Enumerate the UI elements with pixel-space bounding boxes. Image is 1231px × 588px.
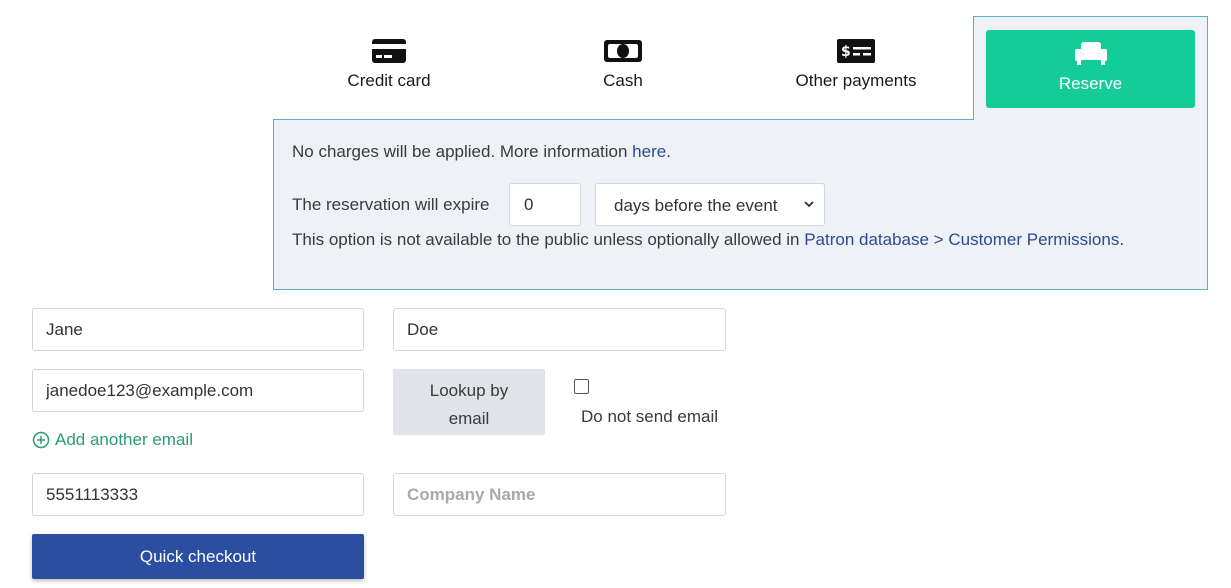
- add-another-email-link[interactable]: Add another email: [32, 430, 193, 450]
- expire-unit-value: days before the event: [614, 196, 778, 215]
- reserve-info-period: .: [666, 142, 671, 161]
- company-name-field[interactable]: [393, 473, 726, 516]
- tab-other-payments-label: Other payments: [795, 71, 917, 90]
- panel-tab-joint: [974, 118, 1207, 121]
- lookup-label-line-2: email: [448, 408, 490, 428]
- tab-reserve[interactable]: Reserve: [986, 30, 1195, 108]
- more-info-link[interactable]: here: [632, 142, 666, 161]
- email-field[interactable]: [32, 369, 364, 412]
- tab-reserve-label: Reserve: [1058, 74, 1123, 93]
- credit-card-icon: [372, 39, 406, 63]
- customer-permissions-link[interactable]: Patron database > Customer Permissions: [804, 230, 1119, 249]
- expire-unit-select[interactable]: days before the event: [595, 183, 825, 226]
- first-name-field[interactable]: [32, 308, 364, 351]
- tab-credit-card-label: Credit card: [347, 71, 431, 90]
- quick-checkout-button[interactable]: Quick checkout: [32, 534, 364, 579]
- reserve-info-message: No charges will be applied. More informa…: [292, 142, 633, 161]
- check-icon: $: [837, 39, 875, 63]
- phone-field[interactable]: [32, 473, 364, 516]
- permissions-note-period: .: [1119, 230, 1125, 249]
- permissions-note: This option is not available to the publ…: [292, 230, 1124, 250]
- do-not-send-email-label: Do not send email: [581, 407, 719, 426]
- expire-label: The reservation will expire: [292, 195, 490, 214]
- tab-cash-label: Cash: [603, 71, 643, 90]
- cash-icon: [604, 40, 642, 62]
- tab-cash[interactable]: Cash: [523, 30, 723, 108]
- permissions-note-text: This option is not available to the publ…: [292, 230, 805, 249]
- expire-days-input[interactable]: [509, 183, 581, 226]
- lookup-by-email-button[interactable]: Lookup by email: [393, 369, 545, 435]
- tab-credit-card[interactable]: Credit card: [289, 30, 489, 108]
- armchair-icon: [1074, 42, 1107, 65]
- add-another-email-label: Add another email: [55, 430, 193, 449]
- svg-text:$: $: [841, 44, 851, 60]
- lookup-label-line-1: Lookup by: [429, 380, 509, 400]
- last-name-field[interactable]: [393, 308, 726, 351]
- tab-other-payments[interactable]: $ Other payments: [756, 30, 956, 108]
- chevron-down-icon: [804, 201, 814, 208]
- do-not-send-email-checkbox[interactable]: [574, 379, 589, 394]
- plus-circle-icon: [32, 431, 50, 449]
- reserve-info-text: No charges will be applied. More informa…: [292, 142, 671, 162]
